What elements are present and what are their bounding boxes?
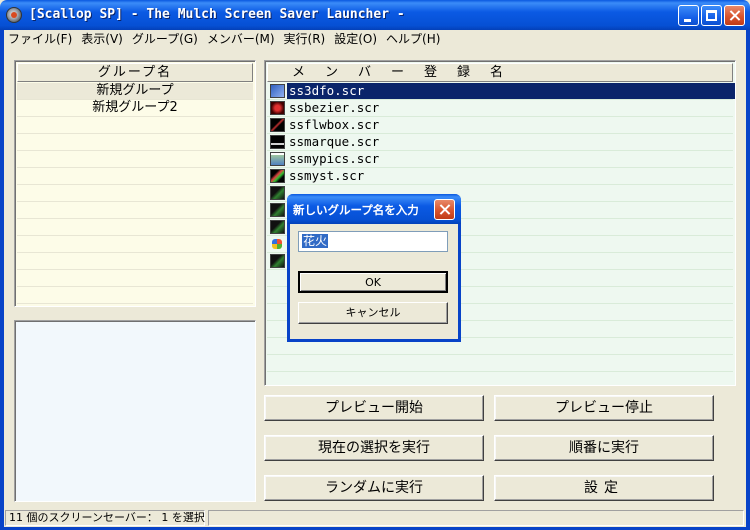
group-name-input-value: 花火 (302, 234, 329, 248)
screensaver-icon (270, 186, 285, 200)
member-name: ssmypics.scr (289, 151, 380, 166)
run-sequential-button[interactable]: 順番に実行 (494, 435, 714, 461)
screensaver-icon (270, 254, 285, 268)
member-name: ssmyst.scr (289, 168, 365, 183)
group-empty-row[interactable] (17, 287, 253, 304)
member-item[interactable]: ssmyst.scr (267, 168, 733, 185)
screensaver-icon (270, 203, 285, 217)
menu-member[interactable]: メンバー(M) (203, 30, 280, 48)
dialog-title: 新しいグループ名を入力 (293, 203, 419, 217)
status-text: 11 個のスクリーンセーバー： 1 を選択 (5, 510, 205, 526)
mystify-icon (270, 169, 285, 183)
member-empty-row[interactable] (267, 355, 733, 372)
window-frame-right (746, 30, 750, 530)
menu-bar: ファイル(F) 表示(V) グループ(G) メンバー(M) 実行(R) 設定(O… (4, 30, 746, 48)
group-empty-row[interactable] (17, 236, 253, 253)
window-titlebar[interactable]: [Scallop SP] - The Mulch Screen Saver La… (0, 0, 750, 30)
member-item[interactable]: ssmypics.scr (267, 151, 733, 168)
window-title: [Scallop SP] - The Mulch Screen Saver La… (29, 7, 405, 22)
preview-start-button[interactable]: プレビュー開始 (264, 395, 484, 421)
menu-help[interactable]: ヘルプ(H) (382, 30, 445, 48)
run-selected-button[interactable]: 現在の選択を実行 (264, 435, 484, 461)
group-empty-row[interactable] (17, 185, 253, 202)
3d-flying-objects-icon (270, 84, 285, 98)
run-random-button[interactable]: ランダムに実行 (264, 475, 484, 501)
member-name: ssflwbox.scr (289, 117, 380, 132)
menu-group[interactable]: グループ(G) (128, 30, 203, 48)
group-empty-row[interactable] (17, 219, 253, 236)
group-empty-row[interactable] (17, 253, 253, 270)
screensaver-icon (270, 220, 285, 234)
windows-logo-icon (272, 239, 282, 249)
cancel-button[interactable]: キャンセル (298, 302, 448, 324)
member-name: ss3dfo.scr (287, 83, 735, 99)
group-empty-row[interactable] (17, 168, 253, 185)
marquee-icon (270, 135, 285, 149)
maximize-button[interactable] (701, 5, 722, 26)
app-icon[interactable] (6, 7, 22, 23)
group-empty-row[interactable] (17, 270, 253, 287)
menu-settings[interactable]: 設定(O) (330, 30, 382, 48)
ok-button[interactable]: OK (298, 271, 448, 293)
minimize-button[interactable] (678, 5, 699, 26)
status-cell-empty (208, 510, 744, 526)
group-list[interactable]: グループ名 新規グループ 新規グループ2 (14, 60, 256, 307)
menu-view[interactable]: 表示(V) (77, 30, 128, 48)
preview-stop-button[interactable]: プレビュー停止 (494, 395, 714, 421)
description-pane (14, 320, 256, 502)
member-empty-row[interactable] (267, 372, 733, 385)
new-group-dialog: 新しいグループ名を入力 花火 OK キャンセル (287, 194, 461, 342)
settings-button[interactable]: 設定 (494, 475, 714, 501)
window-frame-left (0, 30, 4, 530)
member-item[interactable]: ssmarque.scr (267, 134, 733, 151)
member-name: ssbezier.scr (289, 100, 380, 115)
group-empty-row[interactable] (17, 304, 253, 306)
bezier-icon (270, 101, 285, 115)
member-item[interactable]: ss3dfo.scr (267, 83, 735, 100)
group-empty-row[interactable] (17, 117, 253, 134)
flowerbox-icon (270, 118, 285, 132)
group-empty-row[interactable] (17, 151, 253, 168)
group-rows: 新規グループ 新規グループ2 (17, 83, 253, 306)
group-empty-row[interactable] (17, 134, 253, 151)
close-button[interactable] (724, 5, 745, 26)
status-bar: 11 個のスクリーンセーバー： 1 を選択 (4, 509, 746, 527)
menu-file[interactable]: ファイル(F) (4, 30, 77, 48)
group-item[interactable]: 新規グループ (17, 83, 253, 100)
group-empty-row[interactable] (17, 202, 253, 219)
member-list-header[interactable]: メンバー登録名 (267, 63, 733, 82)
member-item[interactable]: ssbezier.scr (267, 100, 733, 117)
menu-run[interactable]: 実行(R) (280, 30, 331, 48)
dialog-close-button[interactable] (434, 199, 455, 220)
group-item[interactable]: 新規グループ2 (17, 100, 253, 117)
member-name: ssmarque.scr (289, 134, 380, 149)
group-name-input[interactable]: 花火 (298, 231, 448, 252)
my-pictures-icon (270, 152, 285, 166)
dialog-titlebar[interactable]: 新しいグループ名を入力 (287, 194, 461, 224)
member-item[interactable]: ssflwbox.scr (267, 117, 733, 134)
group-list-header[interactable]: グループ名 (17, 63, 253, 82)
